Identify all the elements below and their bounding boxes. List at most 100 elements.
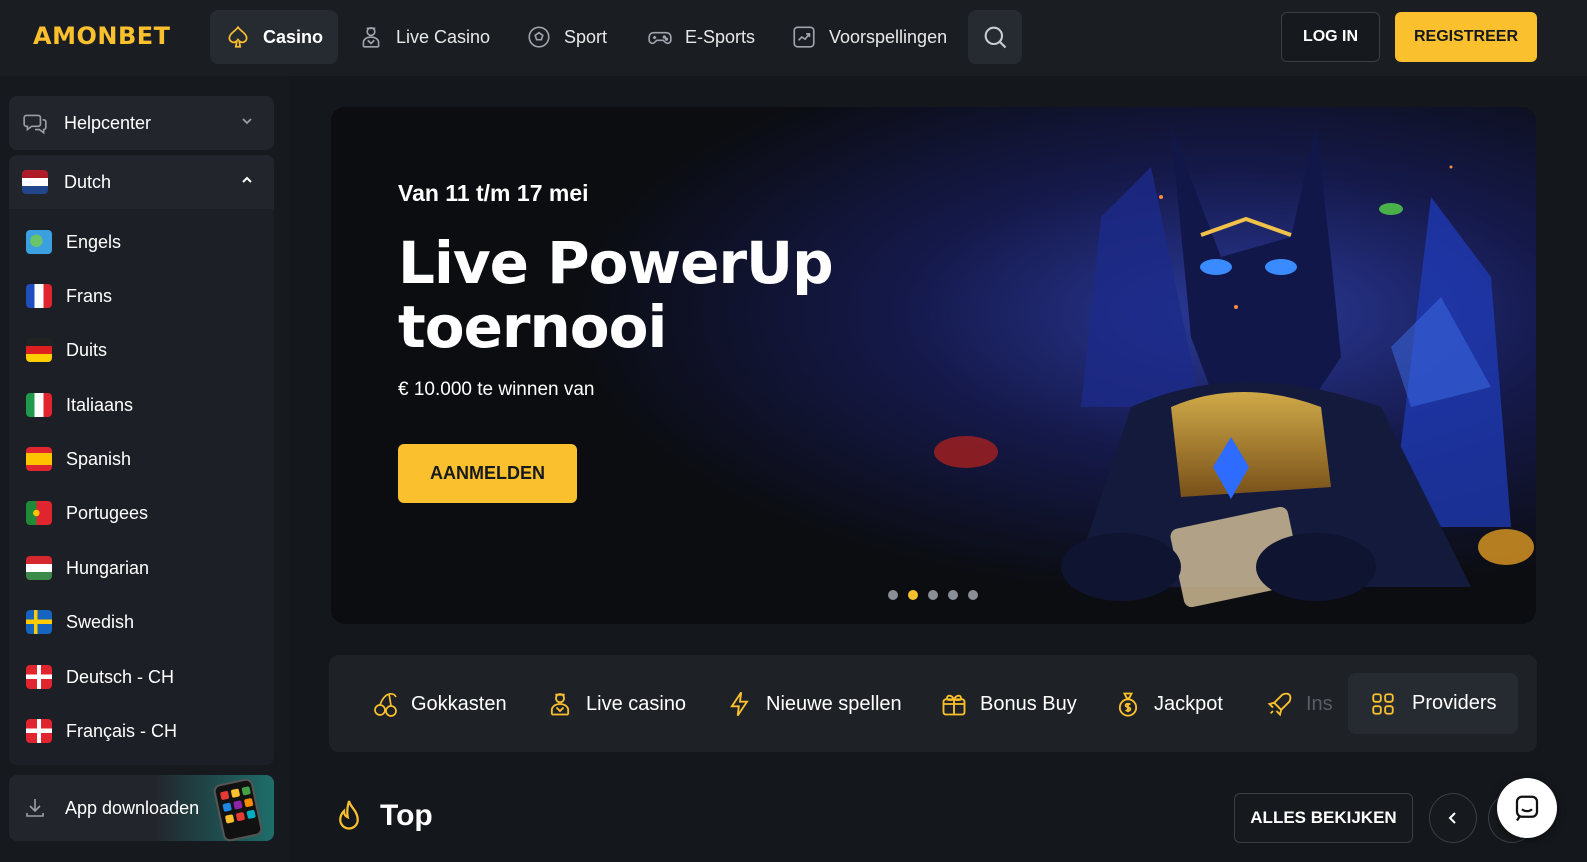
providers-button[interactable]: Providers (1348, 673, 1518, 734)
language-option-label: Engels (66, 231, 122, 252)
language-option-label: Duits (66, 339, 108, 360)
brand-logo[interactable]: AMONBET (33, 22, 171, 50)
flag-hu-icon (26, 556, 52, 580)
category-slots[interactable]: Gokkasten (371, 684, 507, 724)
promo-banner[interactable]: Van 11 t/m 17 mei Live PowerUp toernooi … (331, 107, 1536, 624)
category-bar: Gokkasten Live casino Nieuwe spellen Bon… (329, 655, 1537, 752)
live-chat-button[interactable] (1497, 778, 1557, 838)
flag-ch-icon (26, 665, 52, 689)
nav-predictions[interactable]: Voorspellingen (776, 10, 962, 64)
signup-button[interactable]: AANMELDEN (398, 444, 577, 503)
nav-sport[interactable]: Sport (511, 10, 622, 64)
nav-live-casino-label: Live Casino (396, 26, 491, 47)
slide-dot[interactable] (888, 590, 898, 600)
previous-button[interactable] (1429, 793, 1477, 843)
banner-description: € 10.000 te winnen van (398, 379, 595, 400)
category-label: Gokkasten (411, 692, 507, 715)
category-label: Live casino (586, 692, 687, 715)
dealer-icon (550, 693, 570, 716)
banner-title: Live PowerUp toernooi (398, 229, 834, 361)
top-header: AMONBET Casino Live Casino Sport E-Sport… (0, 0, 1587, 76)
category-new-games[interactable]: Nieuwe spellen (726, 684, 902, 724)
helpcenter-dropdown[interactable]: Helpcenter (9, 96, 274, 150)
app-download-label: App downloaden (65, 797, 200, 818)
nav-esports[interactable]: E-Sports (632, 10, 770, 64)
category-instant[interactable]: Ins (1266, 684, 1333, 724)
slide-dot-active[interactable] (908, 590, 918, 600)
search-button[interactable] (968, 10, 1022, 64)
lightning-icon (730, 691, 749, 717)
language-option-label: Français - CH (66, 720, 178, 741)
chat-icon (1515, 795, 1539, 822)
language-option-label: Italiaans (66, 394, 134, 415)
language-option-hungarian[interactable]: Hungarian (26, 553, 149, 583)
language-option-francais-ch[interactable]: Français - CH (26, 716, 177, 746)
language-option-italiaans[interactable]: Italiaans (26, 390, 133, 420)
category-label: Bonus Buy (980, 692, 1077, 715)
language-option-label: Portugees (66, 502, 149, 523)
globe-icon (26, 230, 52, 254)
app-download-button[interactable]: App downloaden (9, 775, 274, 843)
language-option-label: Spanish (66, 448, 132, 469)
rocket-icon (1267, 692, 1292, 717)
category-label: Nieuwe spellen (766, 692, 902, 715)
flag-nl-icon (22, 170, 48, 194)
nav-predictions-label: Voorspellingen (829, 26, 948, 47)
flag-it-icon (26, 393, 52, 417)
language-option-frans[interactable]: Frans (26, 281, 112, 311)
language-option-label: Deutsch - CH (66, 666, 175, 687)
nav-live-casino[interactable]: Live Casino (343, 10, 505, 64)
slide-dot[interactable] (928, 590, 938, 600)
flag-es-icon (26, 447, 52, 471)
nav-esports-label: E-Sports (685, 26, 756, 47)
chat-bubbles-icon (23, 114, 47, 135)
chevron-left-icon (1448, 812, 1456, 824)
slide-dot[interactable] (948, 590, 958, 600)
trend-chart-icon (793, 26, 815, 48)
language-label: Dutch (64, 171, 112, 192)
login-button[interactable]: LOG IN (1281, 12, 1380, 62)
download-icon (26, 799, 44, 817)
nav-casino-label: Casino (263, 26, 324, 47)
flag-ch-icon (26, 719, 52, 743)
register-button[interactable]: REGISTREER (1395, 12, 1537, 62)
sidebar: Helpcenter Dutch Engels Frans Duits Ital… (0, 76, 289, 862)
top-section-title: Top (380, 799, 433, 832)
slide-dot[interactable] (968, 590, 978, 600)
language-option-portugees[interactable]: Portugees (26, 498, 148, 528)
language-list: Engels Frans Duits Italiaans Spanish Por… (9, 209, 274, 765)
money-bag-icon (1118, 692, 1138, 717)
top-section-header: Top (334, 798, 433, 834)
category-live-casino[interactable]: Live casino (546, 684, 686, 724)
flag-pt-icon (26, 501, 52, 525)
category-bonus-buy[interactable]: Bonus Buy (940, 684, 1077, 724)
spade-icon (228, 25, 248, 48)
helpcenter-label: Helpcenter (64, 112, 152, 133)
language-option-label: Frans (66, 285, 113, 306)
providers-label: Providers (1412, 692, 1497, 714)
category-label: Ins (1306, 692, 1333, 715)
gift-icon (942, 694, 966, 716)
language-option-spanish[interactable]: Spanish (26, 444, 131, 474)
gamepad-icon (648, 31, 672, 45)
flag-de-icon (26, 338, 52, 362)
flame-icon (339, 800, 359, 830)
language-option-label: Swedish (66, 611, 135, 632)
nav-casino[interactable]: Casino (210, 10, 339, 64)
category-jackpot[interactable]: Jackpot (1114, 684, 1223, 724)
phone-illustration (212, 777, 264, 843)
language-option-label: Hungarian (66, 557, 150, 578)
chevron-down-icon (242, 118, 252, 125)
flag-se-icon (26, 610, 52, 634)
view-all-button[interactable]: ALLES BEKIJKEN (1234, 793, 1413, 843)
flag-fr-icon (26, 284, 52, 308)
language-option-duits[interactable]: Duits (26, 335, 107, 365)
nav-sport-label: Sport (564, 26, 608, 47)
language-option-deutsch-ch[interactable]: Deutsch - CH (26, 662, 174, 692)
slide-indicators (888, 590, 978, 600)
language-option-swedish[interactable]: Swedish (26, 607, 134, 637)
banner-subtitle: Van 11 t/m 17 mei (398, 180, 589, 206)
dealer-icon (362, 26, 380, 48)
language-option-engels[interactable]: Engels (26, 227, 121, 257)
language-dropdown[interactable]: Dutch (9, 155, 274, 209)
